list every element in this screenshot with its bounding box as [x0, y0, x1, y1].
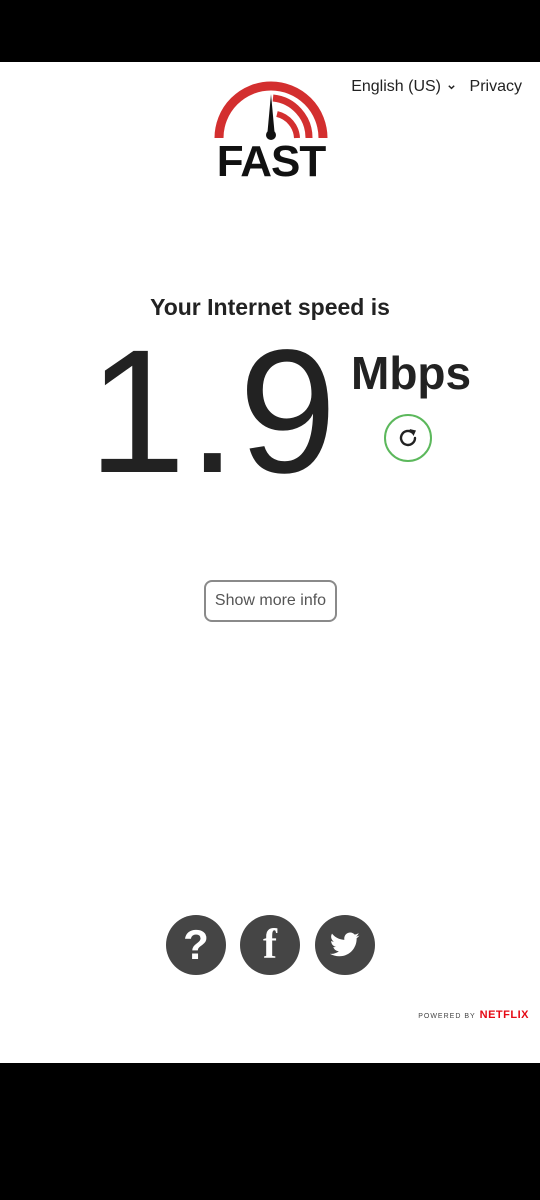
language-label: English (US) [351, 78, 441, 95]
facebook-icon: f [263, 922, 277, 968]
help-button[interactable]: ? [166, 915, 226, 975]
fast-page: English (US) Privacy FAST Your Internet … [0, 62, 540, 1063]
twitter-button[interactable] [315, 915, 375, 975]
logo-text: FAST [216, 137, 326, 186]
powered-by-label: POWERED BY [418, 1013, 476, 1020]
privacy-link[interactable]: Privacy [470, 78, 522, 96]
speed-value: 1.9 [88, 314, 339, 510]
speedometer-icon [214, 81, 328, 140]
language-selector[interactable]: English (US) [351, 78, 456, 96]
refresh-icon [399, 429, 417, 447]
facebook-button[interactable]: f [240, 915, 300, 975]
powered-by-netflix[interactable]: POWERED BY NETFLIX [418, 1009, 529, 1021]
netflix-logo: NETFLIX [479, 1009, 529, 1021]
navigation-bar [0, 1063, 540, 1200]
refresh-button[interactable] [384, 414, 432, 462]
show-more-info-button[interactable]: Show more info [204, 580, 337, 622]
status-bar [0, 0, 540, 62]
speed-units: Mbps [351, 347, 472, 399]
chevron-down-icon [448, 84, 455, 89]
question-icon: ? [183, 921, 209, 968]
twitter-bird-icon [330, 932, 360, 957]
fast-logo[interactable]: FAST [213, 80, 329, 184]
